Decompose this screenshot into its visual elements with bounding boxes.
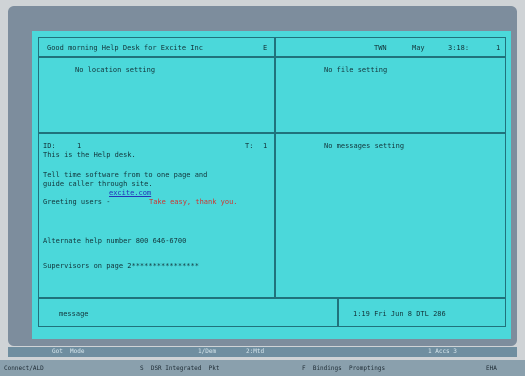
taskbar-item-mode[interactable]: Got Mode xyxy=(52,348,85,356)
taskbar-row-2: Connect/ALD S DSR Integrated Pkt F Bindi… xyxy=(0,360,525,376)
status-clock-bar: 1:19 Fri Jun 8 DTL 286 xyxy=(338,298,506,327)
ticket-line-1: This is the Help desk. xyxy=(43,151,136,159)
messages-status: No messages setting xyxy=(324,142,405,150)
alternate-help-number: Alternate help number 800 646-6700 xyxy=(43,237,187,245)
message-bar[interactable]: message xyxy=(38,298,338,327)
taskbar-item-accs[interactable]: 1 Accs 3 xyxy=(428,348,457,356)
ticket-id-value: 1 xyxy=(77,142,82,150)
ticket-line-2: Tell time software from to one page and xyxy=(43,171,208,179)
header-left-cell: Good morning Help Desk for Excite Inc E xyxy=(38,37,275,57)
file-status: No file setting xyxy=(324,66,388,74)
location-panel: No location setting xyxy=(38,57,275,133)
ticket-panel: ID: 1 T: 1 This is the Help desk. Tell t… xyxy=(38,133,275,298)
file-panel: No file setting xyxy=(275,57,506,133)
status-clock: 1:19 Fri Jun 8 DTL 286 xyxy=(353,310,446,318)
taskbar-item-mtd[interactable]: 2:Mtd xyxy=(246,348,264,356)
message-label: message xyxy=(59,310,89,318)
terminal-screen: Good morning Help Desk for Excite Inc E … xyxy=(32,31,511,339)
header-month: May xyxy=(412,44,425,52)
greeting-value: Take easy, thank you. xyxy=(149,198,238,206)
site-link[interactable]: excite.com xyxy=(109,189,151,197)
greeting-header: Good morning Help Desk for Excite Inc xyxy=(47,44,203,52)
ticket-count-label: T: xyxy=(245,142,254,150)
header-counter: 1 xyxy=(496,44,501,52)
header-flag: E xyxy=(263,44,268,52)
taskbar-eha[interactable]: EHA xyxy=(486,365,497,373)
taskbar-integrated[interactable]: S DSR Integrated Pkt xyxy=(140,365,219,373)
greeting-label: Greeting users - xyxy=(43,198,111,206)
supervisors-line: Supervisors on page 2**************** xyxy=(43,262,199,270)
taskbar-bindings[interactable]: F Bindings Promptings xyxy=(302,365,385,373)
ticket-id-label: ID: xyxy=(43,142,56,150)
ticket-line-3: guide caller through site. xyxy=(43,180,153,188)
taskbar-row-1: Got Mode 1/Dem 2:Mtd 1 Accs 3 xyxy=(8,347,517,357)
ticket-count-value: 1 xyxy=(263,142,268,150)
messages-panel: No messages setting xyxy=(275,133,506,298)
monitor-bezel: Good morning Help Desk for Excite Inc E … xyxy=(8,6,517,346)
header-right-cell: TWN May 3:18: 1 xyxy=(275,37,506,57)
location-status: No location setting xyxy=(75,66,156,74)
header-time: 3:18: xyxy=(448,44,470,52)
taskbar-item-dem[interactable]: 1/Dem xyxy=(198,348,216,356)
header-twn: TWN xyxy=(374,44,387,52)
taskbar-connect[interactable]: Connect/ALD xyxy=(4,365,44,373)
